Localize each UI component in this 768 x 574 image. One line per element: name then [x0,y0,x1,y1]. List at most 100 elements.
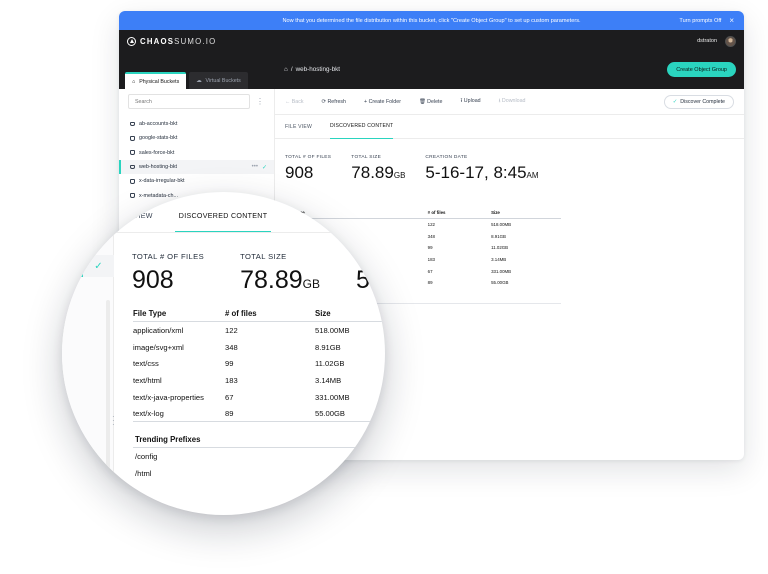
tab-file-view[interactable]: FILE VIEW [285,115,312,139]
col-num-files: # of files [426,207,491,220]
divider [133,321,385,322]
more-icon[interactable]: ••• [252,164,258,171]
creation-date-suffix: AM [526,171,539,180]
cell: 55.00GB [491,280,509,286]
bucket-label: x-data-irregular-bkt [139,178,185,185]
close-icon[interactable]: × [729,16,734,25]
avatar[interactable] [725,35,736,47]
cell: 67 [427,268,433,274]
top-nav: CHAOSSUMO.IO dstraton [119,30,744,52]
cell: 518.00MB [491,222,512,228]
home-icon[interactable]: ⌂ [284,66,288,73]
col-num-files: # of files [225,309,257,318]
kebab-menu-icon[interactable]: ⋮ [256,97,264,106]
back-button[interactable]: ← Back [285,99,304,105]
table-row: application/xml 122 518.00MB [133,322,385,339]
bucket-icon: ⌂ [132,78,136,85]
check-icon: ✓ [80,255,114,277]
cell: 348 [225,342,238,352]
cloud-icon: ☁ [196,77,202,84]
table-row: text/html 183 3.14MB [133,372,385,389]
bucket-list: ab-accounts-bkt google-stats-bkt sales-f… [119,117,274,203]
cell: 348 [427,233,435,239]
zoomed-file-type-table: File Type # of files Size application/xm… [133,305,385,422]
download-button[interactable]: ⭳ Download [499,97,526,106]
cell: application/xml [133,325,184,335]
sub-header: ⌂ Physical Buckets ☁ Virtual Buckets ⌂ /… [119,52,744,89]
create-folder-button[interactable]: + Create Folder [364,99,401,105]
zoomed-view-tabs: FILE VIEW DISCOVERED CONTENT [115,212,272,232]
magnifier-zoom: ✓ · · · FILE VIEW DISCOVERED CONTENT TOTAL… [62,192,385,515]
total-size-value: 78.89 [240,266,303,294]
cell: 99 [427,245,433,251]
tab-file-view[interactable]: FILE VIEW [115,212,153,232]
refresh-button[interactable]: ⟳ Refresh [322,99,346,105]
brand-logo[interactable]: CHAOSSUMO.IO [127,36,217,46]
cell: 67 [225,392,234,402]
check-icon: ✓ [261,164,267,171]
prefix-item[interactable]: /html [135,469,151,478]
cell: 3.14MB [315,375,342,385]
resize-grip-icon[interactable]: · · · [112,413,115,429]
zoomed-summary-stats: TOTAL # OF FILES 908 TOTAL SIZE 78.89GB … [132,252,385,295]
bucket-item[interactable]: sales-force-bkt [119,146,274,160]
bucket-item[interactable]: google-stats-bkt [119,131,274,145]
total-size-unit: GB [393,171,406,180]
discover-complete-button[interactable]: ✓ Discover Complete [663,94,734,109]
upload-button[interactable]: ⭱ Upload [460,97,480,106]
prompt-banner: Now that you determined the file distrib… [119,11,744,30]
total-files-value: 908 [132,266,174,294]
cell: image/svg+xml [133,342,184,352]
bucket-item[interactable]: ab-accounts-bkt [119,117,274,131]
prefix-item[interactable]: /config [135,452,157,461]
bucket-item-selected[interactable]: web-hosting-bkt ••• ✓ [119,159,274,175]
col-size: Size [490,207,561,220]
breadcrumb-current: web-hosting-bkt [295,66,341,73]
creation-date-value: 5-16-17, 8:45 [425,163,527,182]
cell: 122 [427,222,435,228]
scrollbar[interactable] [106,300,110,515]
delete-button[interactable]: 🗑 Delete [419,99,443,105]
bucket-label: sales-force-bkt [139,149,175,156]
stage: Now that you determined the file distrib… [0,0,768,574]
total-files-value: 908 [285,163,314,182]
cell: 99 [225,359,234,369]
bucket-label: ab-accounts-bkt [139,121,178,128]
cell: text/html [133,375,162,385]
divider [133,447,385,448]
chaos-logo-icon [127,36,136,46]
bucket-item[interactable]: x-data-irregular-bkt [119,174,274,188]
discover-label: Discover Complete [680,98,725,105]
banner-message: Now that you determined the file distrib… [282,17,581,24]
turn-prompts-off-link[interactable]: Turn prompts Off [679,18,721,24]
brand-bold: CHAOS [140,36,175,46]
summary-stats: TOTAL # OF FILES 908 TOTAL SIZE 78.89GB … [285,155,559,183]
cell: 331.00MB [315,392,350,402]
tab-discovered-content[interactable]: DISCOVERED CONTENT [330,115,394,139]
cell: text/css [133,359,159,369]
bucket-tabs: ⌂ Physical Buckets ☁ Virtual Buckets [119,72,276,89]
table-row: text/x-log 89 55.00GB [133,405,385,422]
table-row: text/css 99 11.02GB [133,355,385,372]
table-row: text/x-java-properties 67 331.00MB [133,389,385,406]
cell: 183 [427,257,435,263]
total-size-label: TOTAL SIZE [240,252,287,261]
cell: 8.91GB [315,342,341,352]
brand-thin: SUMO.IO [174,36,217,46]
total-size-unit: GB [302,277,320,291]
total-size-value: 78.89 [351,163,394,182]
create-object-group-button[interactable]: Create Object Group [667,62,736,77]
bucket-icon [130,121,135,127]
tab-physical-buckets[interactable]: ⌂ Physical Buckets [125,72,187,89]
cell: 55.00GB [315,409,345,419]
cell: 11.02GB [491,245,509,251]
user-menu[interactable]: dstraton [697,35,736,47]
search-input[interactable] [128,94,250,109]
tab-virtual-buckets[interactable]: ☁ Virtual Buckets [189,72,248,89]
tab-discovered-content[interactable]: DISCOVERED CONTENT [174,212,272,232]
col-size: Size [315,309,331,318]
check-icon: ✓ [672,98,678,105]
total-size-label: TOTAL SIZE [351,155,382,160]
tab-virtual-label: Virtual Buckets [205,77,241,84]
cell: 331.00MB [491,268,512,274]
